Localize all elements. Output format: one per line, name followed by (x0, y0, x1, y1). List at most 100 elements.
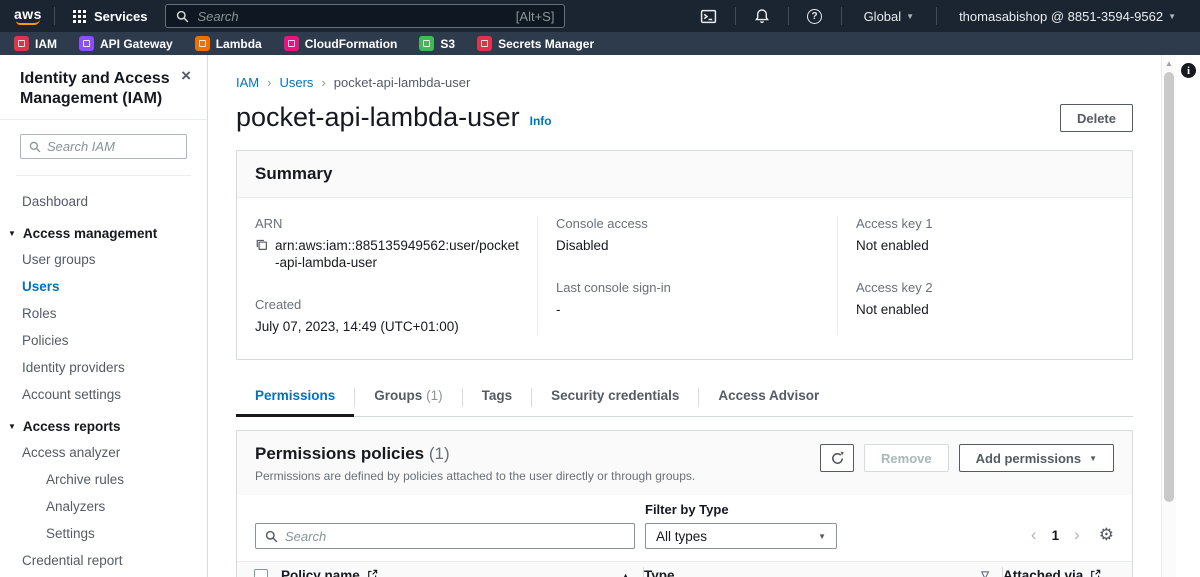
main-content: IAM › Users › pocket-api-lambda-user poc… (208, 55, 1200, 577)
sidebar-search-input[interactable] (47, 139, 178, 154)
close-icon[interactable]: × (181, 69, 191, 83)
aws-smile-icon (16, 19, 40, 25)
chevron-down-icon: ▼ (8, 229, 16, 238)
column-filter-icon[interactable]: ▽ (981, 570, 989, 577)
favorite-lambda[interactable]: Lambda (195, 36, 262, 51)
search-icon (265, 530, 278, 543)
sidebar-item-access-analyzer[interactable]: Access analyzer (0, 441, 207, 465)
sidebar-item-dashboard[interactable]: Dashboard (0, 190, 207, 214)
region-label: Global (864, 9, 902, 24)
favorite-api-gateway[interactable]: API Gateway (79, 36, 173, 51)
policy-search-input[interactable] (285, 529, 625, 544)
sidebar-item-settings[interactable]: Settings (0, 522, 207, 546)
policy-search-box[interactable] (255, 523, 635, 549)
scroll-up-arrow-icon[interactable]: ▲ (1162, 55, 1176, 68)
scrollbar-thumb[interactable] (1164, 72, 1174, 502)
refresh-icon (830, 451, 845, 466)
services-grid-icon (73, 10, 86, 23)
nav-divider (788, 7, 789, 25)
policies-table: Policy name ▲ Type (237, 561, 1132, 577)
filter-by-type-label: Filter by Type (645, 502, 837, 517)
breadcrumb: IAM › Users › pocket-api-lambda-user (236, 75, 1133, 90)
favorite-secrets-manager[interactable]: Secrets Manager (477, 36, 594, 51)
last-signin-label: Last console sign-in (556, 280, 819, 295)
tab-permissions[interactable]: Permissions (236, 380, 354, 417)
add-permissions-button[interactable]: Add permissions ▼ (959, 444, 1114, 472)
delete-button[interactable]: Delete (1060, 104, 1133, 132)
info-panel-icon[interactable]: i (1181, 63, 1196, 78)
sidebar-item-policies[interactable]: Policies (0, 329, 207, 353)
sidebar-item-credential-report[interactable]: Credential report (0, 549, 207, 573)
sidebar-item-identity-providers[interactable]: Identity providers (0, 356, 207, 380)
aws-logo[interactable]: aws (14, 8, 42, 25)
favorite-label: S3 (440, 37, 455, 51)
summary-card: Summary ARN arn:aws:iam::885135949562:us… (236, 150, 1133, 360)
account-label: thomasabishop @ 8851-3594-9562 (959, 9, 1163, 24)
tab-tags[interactable]: Tags (463, 380, 532, 417)
favorite-s3[interactable]: S3 (419, 36, 455, 51)
global-search-input[interactable] (197, 9, 507, 24)
sidebar-search-box[interactable] (20, 134, 187, 159)
summary-title: Summary (255, 164, 1114, 184)
favorite-label: Lambda (216, 37, 262, 51)
sidebar-item-users[interactable]: Users (0, 275, 207, 299)
current-page-number[interactable]: 1 (1052, 528, 1060, 543)
vertical-scrollbar[interactable]: ▲ (1161, 55, 1176, 577)
sidebar-item-roles[interactable]: Roles (0, 302, 207, 326)
account-menu[interactable]: thomasabishop @ 8851-3594-9562 ▼ (949, 9, 1186, 24)
sidebar-item-archive-rules[interactable]: Archive rules (0, 468, 207, 492)
breadcrumb-users[interactable]: Users (279, 75, 313, 90)
refresh-button[interactable] (820, 444, 854, 472)
type-filter-select[interactable]: All types ▼ (645, 523, 837, 549)
favorite-cloudformation[interactable]: CloudFormation (284, 36, 398, 51)
nav-divider (54, 7, 55, 25)
previous-page-icon[interactable]: ‹ (1031, 527, 1037, 543)
sidebar-item-user-groups[interactable]: User groups (0, 248, 207, 272)
tab-access-advisor[interactable]: Access Advisor (699, 380, 838, 417)
external-link-icon[interactable] (1090, 568, 1101, 577)
iam-sidebar: Identity and Access Management (IAM) × D… (0, 55, 208, 577)
access-key1-value: Not enabled (856, 237, 1114, 254)
favorite-iam[interactable]: IAM (14, 36, 57, 51)
global-search-bar[interactable]: [Alt+S] (165, 4, 565, 28)
iam-service-icon (14, 36, 29, 51)
region-selector[interactable]: Global ▼ (854, 9, 925, 24)
search-shortcut-hint: [Alt+S] (516, 9, 555, 24)
policy-filter-row: Filter by Type All types ▼ ‹ 1 › ⚙ (237, 495, 1132, 549)
sidebar-item-analyzers[interactable]: Analyzers (0, 495, 207, 519)
created-label: Created (255, 297, 519, 312)
detail-tabs: Permissions Groups (1) Tags Security cre… (236, 380, 1133, 417)
breadcrumb-iam[interactable]: IAM (236, 75, 259, 90)
external-link-icon[interactable] (367, 568, 378, 577)
secrets-manager-service-icon (477, 36, 492, 51)
chevron-right-icon: › (321, 75, 325, 90)
tab-groups[interactable]: Groups (1) (355, 380, 461, 417)
sort-ascending-icon[interactable]: ▲ (621, 571, 630, 577)
lambda-service-icon (195, 36, 210, 51)
cloudshell-icon[interactable] (695, 8, 723, 25)
breadcrumb-current: pocket-api-lambda-user (334, 75, 471, 90)
chevron-down-icon: ▼ (906, 12, 914, 21)
search-icon (29, 141, 41, 153)
tab-security-credentials[interactable]: Security credentials (532, 380, 698, 417)
sidebar-item-account-settings[interactable]: Account settings (0, 383, 207, 407)
console-access-label: Console access (556, 216, 819, 231)
sidebar-section-access-management[interactable]: ▼ Access management (0, 219, 207, 246)
search-icon (176, 10, 189, 23)
console-access-value: Disabled (556, 237, 819, 254)
remove-button[interactable]: Remove (864, 444, 949, 472)
table-header-row: Policy name ▲ Type (237, 562, 1132, 577)
table-settings-gear-icon[interactable]: ⚙ (1099, 525, 1114, 545)
next-page-icon[interactable]: › (1074, 527, 1080, 543)
select-all-checkbox[interactable] (254, 569, 268, 577)
column-attached-via: Attached via (1003, 568, 1083, 577)
created-value: July 07, 2023, 14:49 (UTC+01:00) (255, 318, 519, 335)
info-link[interactable]: Info (530, 114, 552, 128)
services-menu-button[interactable]: Services (67, 9, 154, 24)
page-title: pocket-api-lambda-user (236, 102, 520, 132)
s3-service-icon (419, 36, 434, 51)
notifications-bell-icon[interactable] (748, 8, 776, 24)
help-icon[interactable]: ? (801, 9, 829, 24)
copy-icon[interactable] (255, 238, 268, 255)
sidebar-section-access-reports[interactable]: ▼ Access reports (0, 412, 207, 439)
